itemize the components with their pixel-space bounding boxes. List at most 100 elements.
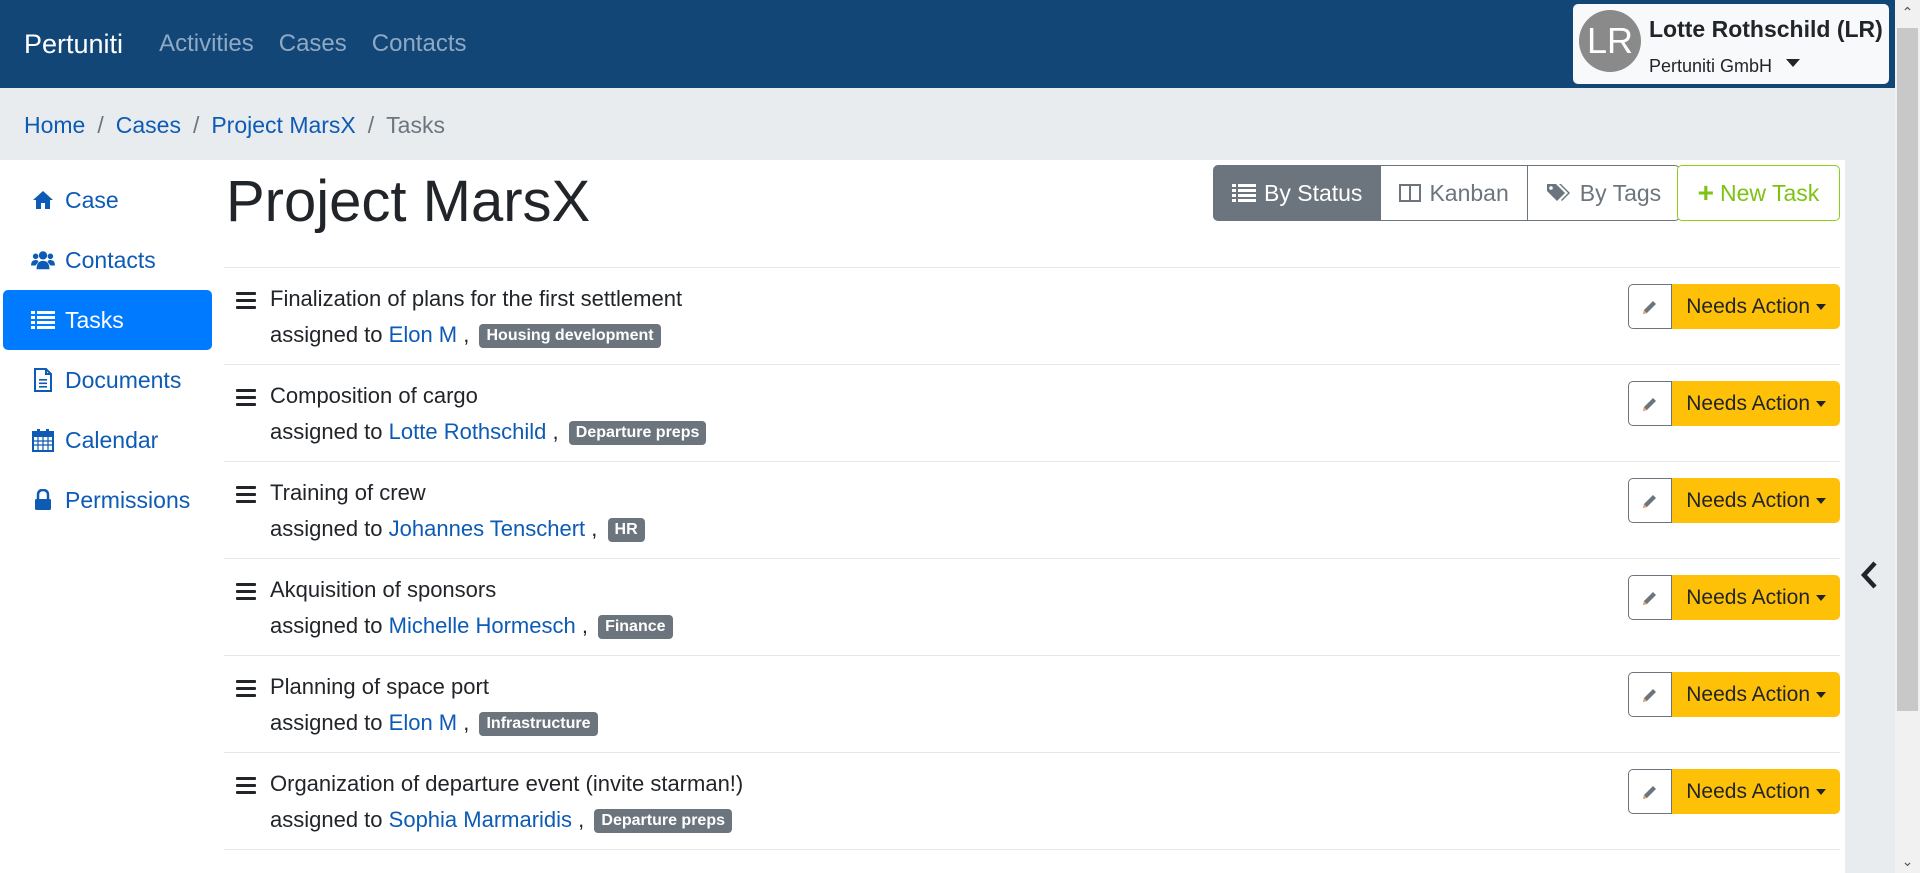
breadcrumb-project[interactable]: Project MarsX (211, 112, 355, 138)
sidebar-item-contacts[interactable]: Contacts (3, 230, 212, 290)
task-tag: Housing development (479, 324, 661, 348)
caret-down-icon (1816, 691, 1826, 698)
status-label: Needs Action (1686, 391, 1810, 415)
view-label: By Status (1264, 179, 1363, 206)
task-assignee[interactable]: Sophia Marmaridis (389, 807, 572, 832)
view-label: Kanban (1429, 179, 1509, 206)
assigned-prefix: assigned to (270, 807, 383, 832)
drag-handle-icon[interactable] (236, 292, 256, 313)
task-title[interactable]: Training of crew (270, 480, 426, 506)
edit-task-button[interactable] (1628, 284, 1673, 329)
task-title[interactable]: Composition of cargo (270, 383, 478, 409)
task-title[interactable]: Planning of space port (270, 674, 489, 700)
nav-cases[interactable]: Cases (279, 30, 347, 58)
edit-task-button[interactable] (1628, 575, 1673, 620)
scrollbar[interactable]: ⌃ ⌄ (1895, 0, 1920, 873)
assigned-prefix: assigned to (270, 613, 383, 638)
scroll-thumb[interactable] (1897, 28, 1918, 711)
avatar: LR (1579, 10, 1641, 72)
edit-task-button[interactable] (1628, 478, 1673, 523)
task-assignee[interactable]: Johannes Tenschert (389, 516, 586, 541)
status-dropdown[interactable]: Needs Action (1672, 575, 1840, 620)
drag-handle-icon[interactable] (236, 389, 256, 410)
status-label: Needs Action (1686, 682, 1810, 706)
task-meta: assigned to Johannes Tenschert , HR (270, 516, 645, 542)
drag-handle-icon[interactable] (236, 680, 256, 701)
new-task-button[interactable]: + New Task (1677, 165, 1840, 221)
task-list: Finalization of plans for the first sett… (224, 267, 1840, 850)
status-dropdown[interactable]: Needs Action (1672, 381, 1840, 426)
sidebar-item-documents[interactable]: Documents (3, 350, 212, 410)
caret-down-icon (1816, 303, 1826, 310)
home-icon (31, 188, 55, 212)
task-assignee[interactable]: Elon M (389, 322, 457, 347)
assigned-prefix: assigned to (270, 419, 383, 444)
scroll-down-icon[interactable]: ⌄ (1895, 849, 1920, 873)
sidebar: Case Contacts Tasks Documents Calendar P… (3, 170, 212, 530)
sidebar-item-label: Documents (65, 366, 182, 393)
sidebar-item-label: Calendar (65, 426, 159, 453)
status-label: Needs Action (1686, 294, 1810, 318)
breadcrumb-home[interactable]: Home (24, 112, 85, 138)
task-title[interactable]: Finalization of plans for the first sett… (270, 286, 682, 312)
list-icon (31, 308, 55, 332)
task-meta: assigned to Lotte Rothschild , Departure… (270, 419, 707, 445)
task-title[interactable]: Organization of departure event (invite … (270, 771, 743, 797)
task-assignee[interactable]: Elon M (389, 710, 457, 735)
pencil-icon (1643, 300, 1657, 314)
breadcrumb-separator: / (367, 112, 375, 138)
list-icon (1232, 184, 1256, 202)
nav-activities[interactable]: Activities (159, 30, 254, 58)
task-title[interactable]: Akquisition of sponsors (270, 577, 496, 603)
sidebar-item-calendar[interactable]: Calendar (3, 410, 212, 470)
breadcrumb-separator: / (97, 112, 104, 138)
task-tag: Departure preps (568, 421, 707, 445)
new-task-label: New Task (1720, 179, 1820, 206)
edit-task-button[interactable] (1628, 672, 1673, 717)
task-tag: HR (607, 518, 645, 542)
scroll-up-icon[interactable]: ⌃ (1895, 0, 1920, 24)
users-icon (31, 248, 55, 272)
side-panel-toggle[interactable] (1845, 160, 1895, 873)
plus-icon: + (1697, 177, 1715, 208)
task-actions: Needs Action (1628, 769, 1840, 814)
drag-handle-icon[interactable] (236, 583, 256, 604)
view-label: By Tags (1579, 179, 1662, 206)
caret-down-icon (1816, 594, 1826, 601)
task-assignee[interactable]: Michelle Hormesch (389, 613, 576, 638)
edit-task-button[interactable] (1628, 769, 1673, 814)
status-label: Needs Action (1686, 488, 1810, 512)
view-by-tags-button[interactable]: By Tags (1526, 165, 1681, 221)
status-dropdown[interactable]: Needs Action (1672, 478, 1840, 523)
task-row: Planning of space port assigned to Elon … (224, 656, 1840, 753)
caret-down-icon (1816, 400, 1826, 407)
sidebar-item-permissions[interactable]: Permissions (3, 470, 212, 530)
view-by-status-button[interactable]: By Status (1213, 165, 1382, 221)
status-dropdown[interactable]: Needs Action (1672, 284, 1840, 329)
tags-icon (1546, 184, 1570, 201)
task-meta: assigned to Elon M , Housing development (270, 322, 661, 348)
brand-logo[interactable]: Pertuniti (24, 29, 123, 60)
task-row: Training of crew assigned to Johannes Te… (224, 462, 1840, 559)
breadcrumb-cases[interactable]: Cases (116, 112, 181, 138)
document-icon (31, 368, 55, 392)
drag-handle-icon[interactable] (236, 777, 256, 798)
nav-contacts[interactable]: Contacts (372, 30, 467, 58)
task-meta: assigned to Michelle Hormesch , Finance (270, 613, 673, 639)
chevron-left-icon (1860, 561, 1877, 589)
view-kanban-button[interactable]: Kanban (1380, 165, 1528, 221)
status-dropdown[interactable]: Needs Action (1672, 769, 1840, 814)
user-org: Pertuniti GmbH (1649, 56, 1801, 77)
sidebar-item-label: Case (65, 186, 119, 213)
sidebar-item-case[interactable]: Case (3, 170, 212, 230)
pencil-icon (1643, 591, 1657, 605)
user-menu[interactable]: LR Lotte Rothschild (LR) Pertuniti GmbH (1573, 4, 1889, 84)
edit-task-button[interactable] (1628, 381, 1673, 426)
drag-handle-icon[interactable] (236, 486, 256, 507)
sidebar-item-label: Tasks (65, 306, 124, 333)
task-meta: assigned to Sophia Marmaridis , Departur… (270, 807, 732, 833)
task-assignee[interactable]: Lotte Rothschild (389, 419, 547, 444)
pencil-icon (1643, 494, 1657, 508)
sidebar-item-tasks[interactable]: Tasks (3, 290, 212, 350)
status-dropdown[interactable]: Needs Action (1672, 672, 1840, 717)
